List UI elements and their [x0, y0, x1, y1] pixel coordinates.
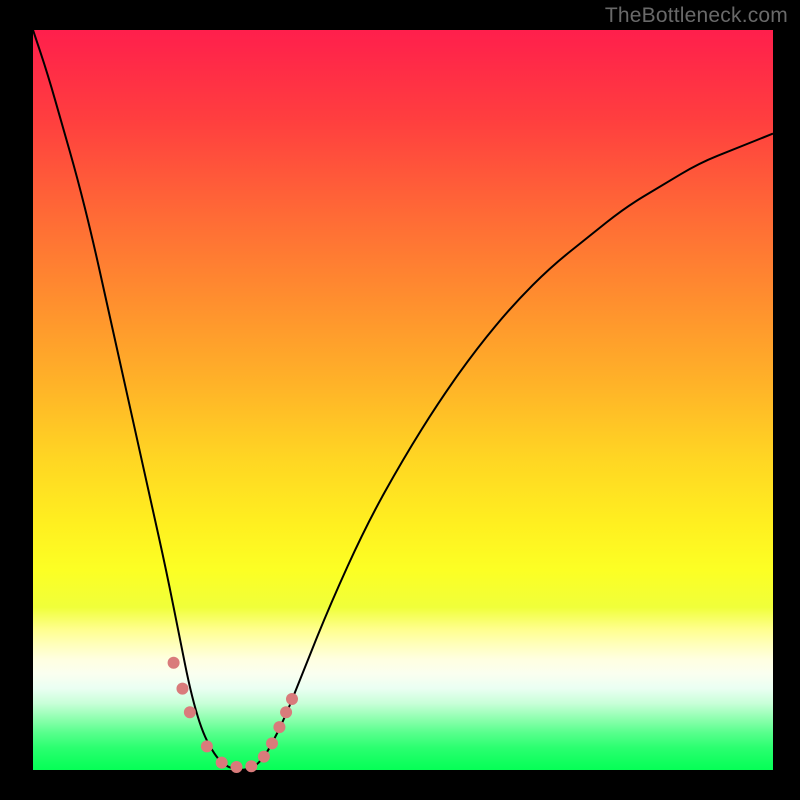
bottleneck-curve — [33, 30, 773, 770]
curve-marker — [258, 751, 270, 763]
curve-marker — [201, 740, 213, 752]
watermark-text: TheBottleneck.com — [605, 4, 788, 28]
curve-marker — [245, 760, 257, 772]
curve-marker — [231, 761, 243, 773]
curve-marker — [273, 721, 285, 733]
chart-frame: TheBottleneck.com — [0, 0, 800, 800]
curve-marker — [266, 737, 278, 749]
curve-marker — [176, 683, 188, 695]
curve-marker — [168, 657, 180, 669]
curve-marker — [286, 693, 298, 705]
curve-marker — [280, 706, 292, 718]
curve-marker — [184, 706, 196, 718]
curve-marker — [216, 757, 228, 769]
chart-svg — [33, 30, 773, 770]
